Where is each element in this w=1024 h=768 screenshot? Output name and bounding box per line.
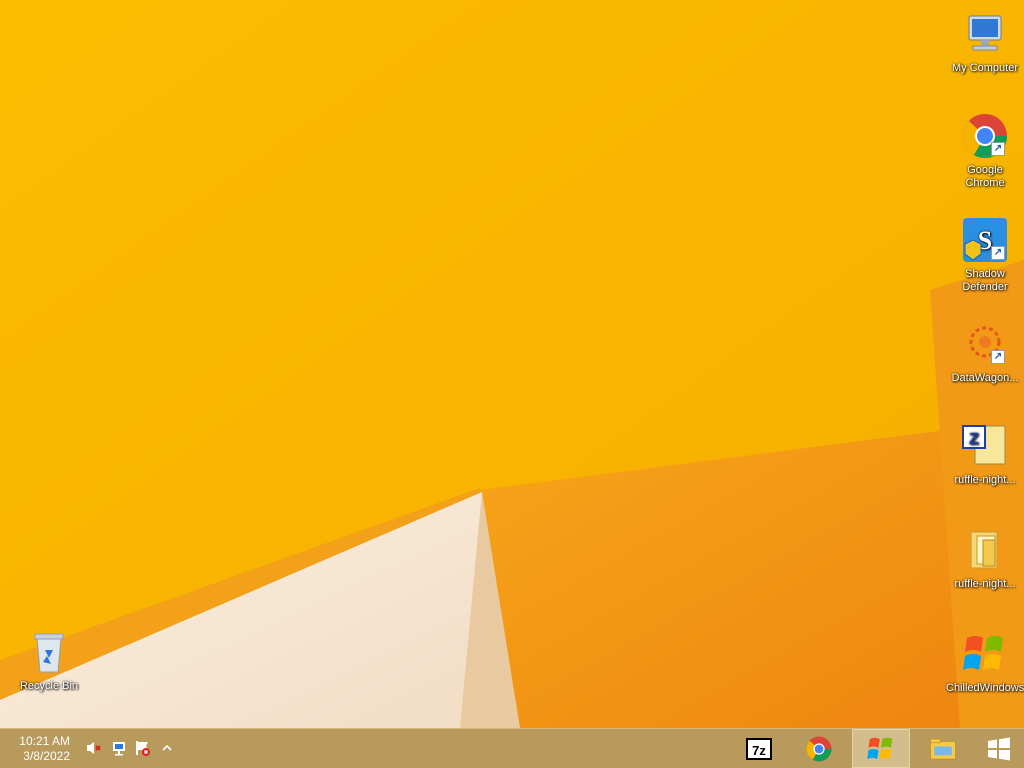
folder-icon — [930, 738, 956, 759]
taskbar-button-file-explorer[interactable] — [914, 729, 972, 768]
desktop-icon-label: Google Chrome — [965, 164, 1005, 189]
windows-xp-flag-icon — [867, 737, 893, 759]
desktop-icon-label: My Computer — [951, 62, 1019, 74]
desktop-icon-datawagon[interactable]: ↗ DataWagon... — [946, 320, 1024, 385]
desktop-icon-google-chrome[interactable]: ↗ Google Chrome — [946, 112, 1024, 190]
desktop-icon-ruffle-night-archive[interactable]: Z ruffle-night... — [946, 422, 1024, 487]
taskbar-button-chrome[interactable] — [790, 729, 848, 768]
shortcut-arrow-icon: ↗ — [991, 350, 1005, 364]
desktop-icon-label: Shadow Defender — [962, 268, 1008, 293]
action-center-icon[interactable] — [134, 739, 152, 757]
7zip-archive-icon: Z — [961, 422, 1009, 470]
my-computer-icon — [961, 10, 1009, 58]
desktop-icon-label: ruffle-night... — [954, 474, 1016, 486]
desktop-icon-chilledwindows[interactable]: ChilledWindows — [946, 630, 1024, 695]
svg-text:Z: Z — [969, 431, 979, 448]
clock-time: 10:21 AM — [19, 734, 70, 748]
taskbar: 10:21 AM 3/8/2022 7z — [0, 728, 1024, 768]
desktop-icon-recycle-bin[interactable]: Recycle Bin — [10, 628, 88, 693]
volume-muted-icon[interactable] — [84, 739, 102, 757]
clock-date: 3/8/2022 — [23, 749, 70, 763]
wallpaper-shapes — [0, 0, 1024, 728]
desktop-wallpaper — [0, 0, 1024, 728]
chrome-icon: ↗ — [961, 112, 1009, 160]
start-button[interactable] — [970, 729, 1024, 768]
shadow-defender-icon: S ↗ — [961, 216, 1009, 264]
network-icon[interactable] — [110, 739, 128, 757]
desktop-icon-label: DataWagon... — [951, 372, 1019, 384]
datawagon-icon: ↗ — [961, 320, 1009, 368]
desktop-icon-my-computer[interactable]: My Computer — [946, 10, 1024, 75]
windows-xp-flag-icon — [961, 630, 1009, 678]
recycle-bin-icon — [25, 628, 73, 676]
7zip-icon: 7z — [746, 737, 772, 760]
svg-text:7z: 7z — [752, 743, 766, 758]
taskbar-clock[interactable]: 10:21 AM 3/8/2022 — [14, 734, 70, 764]
folder-icon — [961, 526, 1009, 574]
desktop-icon-ruffle-night-folder[interactable]: ruffle-night... — [946, 526, 1024, 591]
shortcut-arrow-icon: ↗ — [991, 142, 1005, 156]
show-hidden-icons-chevron-icon[interactable] — [158, 739, 172, 757]
taskbar-button-7zip[interactable]: 7z — [730, 729, 788, 768]
desktop-icon-label: Recycle Bin — [19, 680, 79, 692]
windows-logo-icon — [988, 737, 1010, 760]
taskbar-button-chilledwindows[interactable] — [852, 729, 910, 768]
desktop-icon-label: ruffle-night... — [954, 578, 1016, 590]
desktop-icon-label: ChilledWindows — [946, 682, 1024, 694]
desktop-icon-shadow-defender[interactable]: S ↗ Shadow Defender — [946, 216, 1024, 294]
chrome-icon — [806, 736, 832, 761]
shortcut-arrow-icon: ↗ — [991, 246, 1005, 260]
